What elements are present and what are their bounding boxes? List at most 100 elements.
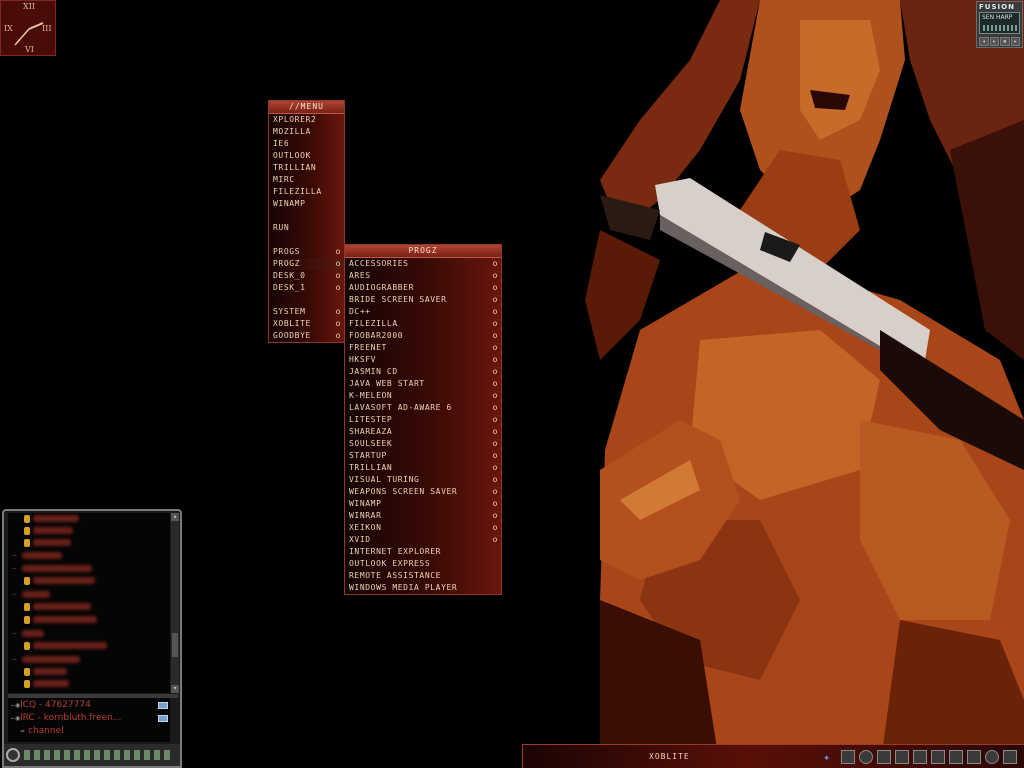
menu-item-xplorer2[interactable]: XPLORER2 bbox=[269, 114, 344, 126]
contact-list[interactable]: − − − − − bbox=[8, 513, 170, 693]
trillian-toolbar-icons[interactable] bbox=[24, 750, 174, 760]
submenu-arrow-icon: o bbox=[492, 391, 498, 400]
menu-item-label: ARES bbox=[349, 271, 371, 280]
stop-button[interactable]: ▪ bbox=[1000, 37, 1010, 46]
progz-folder-dc[interactable]: DC++ o bbox=[345, 306, 501, 318]
status-row-irc[interactable]: −◉IRC - kornbluth.freen... bbox=[10, 712, 121, 724]
status-row-icq[interactable]: −◉ICQ - 47627774 bbox=[10, 699, 91, 711]
submenu-arrow-icon: o bbox=[492, 415, 498, 424]
list-item[interactable] bbox=[24, 602, 91, 614]
contact-group[interactable]: − bbox=[12, 590, 50, 602]
progz-folder-shareaza[interactable]: SHAREAZA o bbox=[345, 426, 501, 438]
menu-item-ie6[interactable]: IE6 bbox=[269, 138, 344, 150]
progz-item-remote-assistance[interactable]: REMOTE ASSISTANCE bbox=[345, 570, 501, 582]
status-row-label: ICQ - 47627774 bbox=[20, 700, 91, 710]
list-item[interactable] bbox=[24, 514, 79, 526]
scroll-up-icon[interactable]: ▴ bbox=[171, 513, 179, 521]
progz-folder-trillian[interactable]: TRILLIAN o bbox=[345, 462, 501, 474]
tray-app-icon[interactable] bbox=[841, 750, 855, 764]
contact-group[interactable]: − bbox=[12, 655, 80, 667]
progz-folder-lavasoft-ad-aware-6[interactable]: LAVASOFT AD-AWARE 6 o bbox=[345, 402, 501, 414]
progz-folder-litestep[interactable]: LITESTEP o bbox=[345, 414, 501, 426]
progz-folder-audiograbber[interactable]: AUDIOGRABBER o bbox=[345, 282, 501, 294]
submenu-arrow-icon: o bbox=[492, 499, 498, 508]
menu-item-mozilla[interactable]: MOZILLA bbox=[269, 126, 344, 138]
menu-item-label: ACCESSORIES bbox=[349, 259, 409, 268]
contact-status-icon bbox=[24, 576, 30, 585]
progz-folder-foobar2000[interactable]: FOOBAR2000 o bbox=[345, 330, 501, 342]
next-button[interactable]: ▸ bbox=[1010, 37, 1020, 46]
menu-spacer bbox=[269, 234, 344, 246]
contact-group[interactable]: − bbox=[12, 551, 62, 563]
progz-folder-xeikon[interactable]: XEIKON o bbox=[345, 522, 501, 534]
contact-status-icon bbox=[24, 615, 30, 624]
list-item[interactable] bbox=[24, 576, 95, 588]
progz-folder-winrar[interactable]: WINRAR o bbox=[345, 510, 501, 522]
progz-folder-winamp[interactable]: WINAMP o bbox=[345, 498, 501, 510]
menu-item-desk-0[interactable]: DESK_0 o bbox=[269, 270, 344, 282]
list-item[interactable] bbox=[24, 679, 69, 691]
menu-item-label: XVID bbox=[349, 535, 371, 544]
scroll-down-icon[interactable]: ▾ bbox=[171, 685, 179, 693]
menu-item-label: FOOBAR2000 bbox=[349, 331, 404, 340]
main-popup-menu: //MENU XPLORER2 MOZILLA IE6 OUTLOOK TRIL… bbox=[268, 100, 345, 343]
menu-item-progs[interactable]: PROGS o bbox=[269, 246, 344, 258]
progz-folder-soulseek[interactable]: SOULSEEK o bbox=[345, 438, 501, 450]
tray-misc-icon[interactable] bbox=[1003, 750, 1017, 764]
progz-folder-jasmin-cd[interactable]: JASMIN CD o bbox=[345, 366, 501, 378]
progz-folder-xvid[interactable]: XVID o bbox=[345, 534, 501, 546]
tray-display-icon[interactable] bbox=[967, 750, 981, 764]
progz-folder-ares[interactable]: ARES o bbox=[345, 270, 501, 282]
menu-item-run[interactable]: RUN bbox=[269, 222, 344, 234]
menu-item-system[interactable]: SYSTEM o bbox=[269, 306, 344, 318]
menu-item-outlook[interactable]: OUTLOOK bbox=[269, 150, 344, 162]
progz-folder-hksfv[interactable]: HKSFV o bbox=[345, 354, 501, 366]
list-item[interactable] bbox=[24, 615, 97, 627]
trillian-globe-icon[interactable] bbox=[6, 748, 20, 762]
progz-folder-visual-turing[interactable]: VISUAL TURING o bbox=[345, 474, 501, 486]
list-item[interactable] bbox=[24, 526, 73, 538]
taskbar-label: XOBLITE bbox=[649, 752, 690, 761]
menu-item-goodbye[interactable]: GOODBYE o bbox=[269, 330, 344, 342]
tray-tool-icon[interactable] bbox=[877, 750, 891, 764]
progz-folder-startup[interactable]: STARTUP o bbox=[345, 450, 501, 462]
status-row-channel[interactable]: = channel bbox=[20, 725, 64, 737]
prev-button[interactable]: ◂ bbox=[979, 37, 989, 46]
fusion-player-widget[interactable]: FUSION SEN HARP ◂ ▸ ▪ ▸ bbox=[976, 1, 1023, 48]
progz-folder-freenet[interactable]: FREENET o bbox=[345, 342, 501, 354]
list-item[interactable] bbox=[24, 641, 107, 653]
menu-item-desk-1[interactable]: DESK_1 o bbox=[269, 282, 344, 294]
tray-settings-icon[interactable] bbox=[913, 750, 927, 764]
list-item[interactable] bbox=[24, 538, 71, 550]
progz-folder-k-meleon[interactable]: K-MELEON o bbox=[345, 390, 501, 402]
status-list: −◉ICQ - 47627774 −◉IRC - kornbluth.freen… bbox=[8, 698, 170, 742]
progz-folder-bride-screen-saver[interactable]: BRIDE SCREEN SAVER o bbox=[345, 294, 501, 306]
progz-folder-java-web-start[interactable]: JAVA WEB START o bbox=[345, 378, 501, 390]
tray-volume-icon[interactable] bbox=[985, 750, 999, 764]
tray-monitor-icon[interactable] bbox=[949, 750, 963, 764]
list-item[interactable] bbox=[24, 667, 67, 679]
menu-item-progz[interactable]: PROGZ o bbox=[269, 258, 344, 270]
menu-item-trillian[interactable]: TRILLIAN bbox=[269, 162, 344, 174]
progz-folder-filezilla[interactable]: FILEZILLA o bbox=[345, 318, 501, 330]
progz-folder-weapons-screen-saver[interactable]: WEAPONS SCREEN SAVER o bbox=[345, 486, 501, 498]
progz-item-internet-explorer[interactable]: INTERNET EXPLORER bbox=[345, 546, 501, 558]
progz-item-outlook-express[interactable]: OUTLOOK EXPRESS bbox=[345, 558, 501, 570]
contact-group[interactable]: − bbox=[12, 564, 92, 576]
menu-item-winamp[interactable]: WINAMP bbox=[269, 198, 344, 210]
tray-star-icon[interactable]: ✦ bbox=[823, 750, 837, 764]
menu-item-label: WINAMP bbox=[349, 499, 382, 508]
progz-item-windows-media-player[interactable]: WINDOWS MEDIA PLAYER bbox=[345, 582, 501, 594]
menu-item-mirc[interactable]: MIRC bbox=[269, 174, 344, 186]
menu-item-filezilla[interactable]: FILEZILLA bbox=[269, 186, 344, 198]
tray-clock-icon[interactable] bbox=[859, 750, 873, 764]
contact-list-scrollbar[interactable]: ▴ ▾ bbox=[171, 513, 179, 693]
tray-edit-icon[interactable] bbox=[931, 750, 945, 764]
submenu-arrow-icon: o bbox=[335, 271, 341, 280]
tray-network-icon[interactable] bbox=[895, 750, 909, 764]
play-button[interactable]: ▸ bbox=[989, 37, 999, 46]
scroll-thumb[interactable] bbox=[172, 633, 178, 657]
progz-folder-accessories[interactable]: ACCESSORIES o bbox=[345, 258, 501, 270]
menu-item-xoblite[interactable]: XOBLITE o bbox=[269, 318, 344, 330]
contact-group[interactable]: − bbox=[12, 629, 44, 641]
